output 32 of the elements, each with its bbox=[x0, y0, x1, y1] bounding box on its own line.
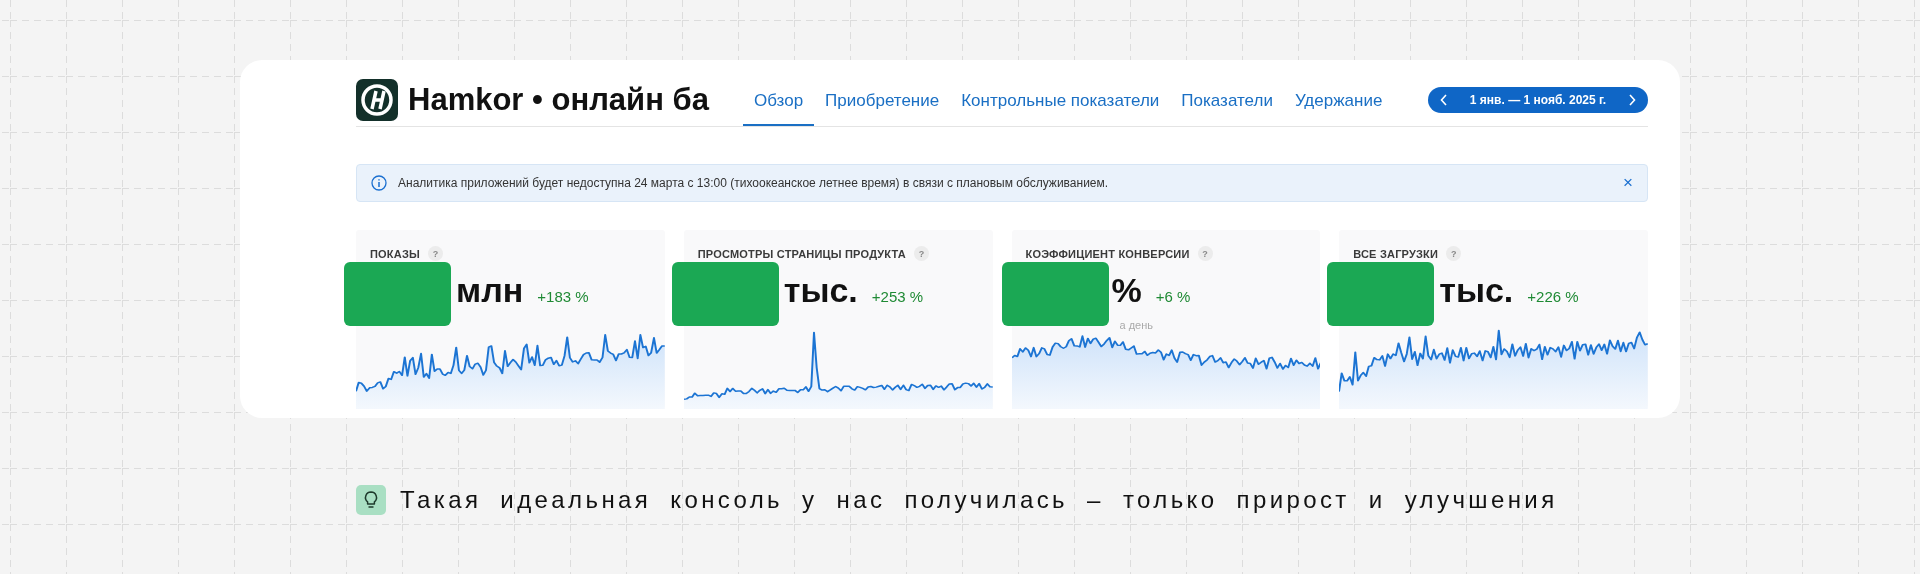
metric-change: +6 % bbox=[1155, 288, 1191, 305]
help-badge[interactable]: ? bbox=[1446, 246, 1462, 261]
info-icon bbox=[371, 175, 387, 191]
tip-text: Такая идеальная консоль у нас получилась – только прирост и улучшения bbox=[400, 486, 1558, 514]
nav-tab[interactable]: Контрольные показатели bbox=[950, 74, 1171, 126]
chevron-left-icon[interactable] bbox=[1440, 94, 1448, 106]
notice-text: Аналитика приложений будет недоступна 24 марта с 13:00 (тихоокеанское летнее время) в связи с плановым обслуживанием. bbox=[398, 176, 1109, 190]
nav-tab[interactable]: Обзор bbox=[743, 74, 815, 126]
nav-tab[interactable]: Приобретение bbox=[814, 74, 951, 126]
metric-title: ПРОСМОТРЫ СТРАНИЦЫ ПРОДУКТА bbox=[697, 247, 906, 260]
nav-tab[interactable]: Удержание bbox=[1283, 74, 1394, 126]
help-badge[interactable]: ? bbox=[913, 246, 929, 261]
metric-change: +226 % bbox=[1527, 288, 1579, 305]
help-badge[interactable]: ? bbox=[1197, 246, 1213, 261]
nav-tab[interactable]: Показатели bbox=[1170, 74, 1284, 126]
metric-unit: млн bbox=[456, 271, 524, 310]
app-title: Hamkor • онлайн ба bbox=[408, 82, 711, 118]
metric-title: ВСЕ ЗАГРУЗКИ bbox=[1353, 247, 1439, 260]
metric-title: ПОКАЗЫ bbox=[370, 247, 420, 260]
metric-note: а день bbox=[1119, 319, 1153, 331]
lightbulb-icon bbox=[356, 485, 386, 515]
metric-title: КОЭФФИЦИЕНТ КОНВЕРСИИ bbox=[1025, 247, 1190, 260]
close-button[interactable]: × bbox=[1623, 173, 1633, 193]
metric-unit: тыс. bbox=[1439, 271, 1514, 310]
metric-unit: % bbox=[1111, 271, 1142, 310]
logo-icon bbox=[356, 79, 398, 121]
metric-change: +253 % bbox=[871, 288, 924, 305]
chevron-right-icon[interactable] bbox=[1628, 94, 1636, 106]
date-range-label[interactable]: 1 янв. — 1 нояб. 2025 г. bbox=[1469, 93, 1607, 107]
metric-unit: тыс. bbox=[783, 271, 858, 310]
metric-change: +183 % bbox=[537, 288, 589, 305]
help-badge[interactable]: ? bbox=[428, 246, 443, 261]
